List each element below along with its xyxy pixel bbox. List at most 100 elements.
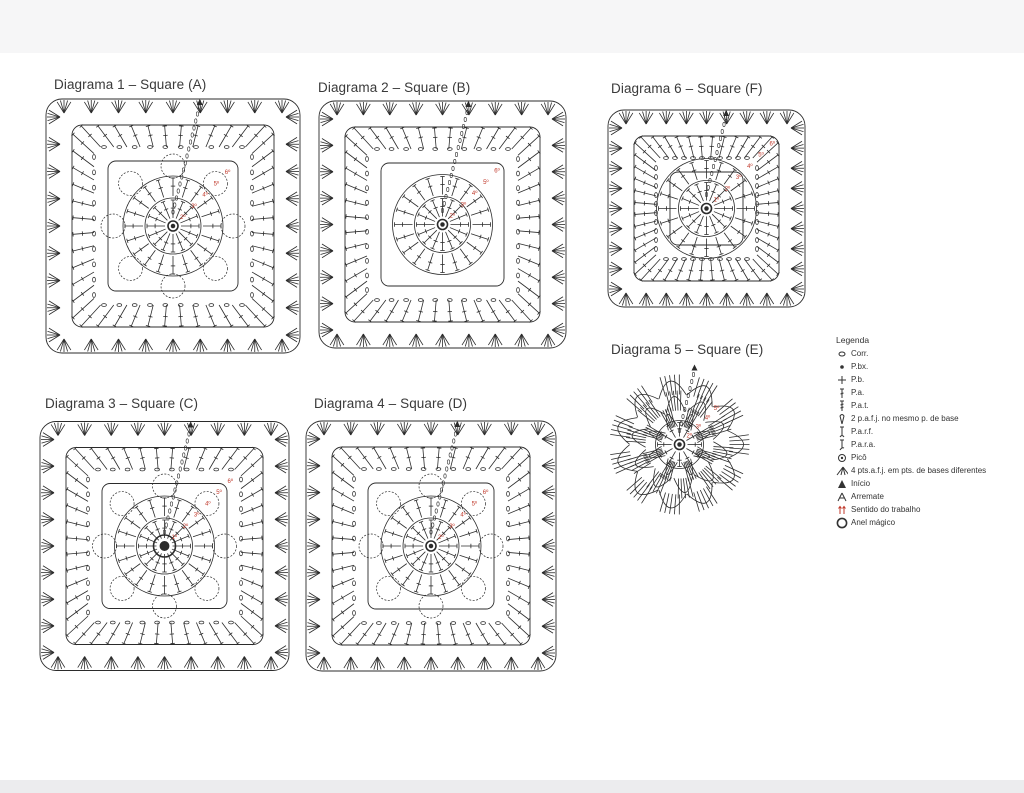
stitch [551,194,565,199]
stitch [339,622,361,646]
stitch [73,622,95,646]
stitch [145,304,154,327]
stitch [699,292,707,305]
stitch [142,185,156,202]
diagram-6: 1º 2º 3º 4º 5º 6º [607,109,806,308]
stitch [418,520,429,539]
chain-stitch [162,303,169,307]
legend-item-label: P.a. [851,388,865,397]
stitch [486,126,501,150]
stitch [240,422,245,436]
chain-stitch [374,298,380,302]
chain-stitch [516,214,520,220]
stitch [187,656,192,670]
stitch [223,338,228,352]
stitch [625,292,630,306]
stitch [618,112,627,125]
stitch [199,338,208,351]
stitch [611,454,631,460]
stitch [321,270,334,278]
legend-item: Início [836,477,1022,490]
stitch [285,276,299,281]
stitch [610,268,623,277]
round-number: 1º [714,197,720,204]
stitch [84,338,92,351]
stitch [790,248,804,253]
stitch [507,577,531,590]
stitch [320,299,334,305]
stitch [491,333,496,347]
stitch [126,234,145,244]
chain-stitch [365,287,369,293]
stitch [450,656,459,669]
chain-stitch [516,243,520,250]
stitch [609,248,623,253]
stitch [790,244,804,250]
chain-stitch [250,230,254,237]
chain-stitch [755,246,759,252]
stitch [42,625,55,634]
stitch [682,478,687,499]
stitch [727,135,739,159]
stitch [415,102,421,116]
stitch [709,215,719,234]
stitch [42,439,55,447]
stitch [267,656,272,670]
legend-item: 4 pts.a.f.j. em pts. de bases diferentes [836,464,1022,477]
chain-stitch [450,467,457,471]
stitch [541,568,555,574]
stitch [551,141,565,146]
stitch [610,241,623,250]
stitch [416,127,425,150]
stitch [377,423,385,436]
stitch [344,268,368,283]
stitch [461,543,480,549]
stitch [137,424,146,436]
chain-stitch [461,298,468,302]
stitch [551,171,565,176]
stitch [90,338,96,352]
stitch [285,252,299,258]
stitch [384,126,399,150]
stitch [307,438,321,443]
stitch [80,422,86,436]
stitch [41,625,55,630]
stitch [80,656,86,670]
chain-stitch [654,183,658,189]
stitch [274,595,288,600]
stitch [676,390,679,411]
stitch [510,423,519,436]
stitch [517,102,523,116]
stitch [323,656,332,669]
stitch [610,120,623,129]
stitch [400,422,405,436]
stitch [472,222,491,227]
stitch [440,232,445,251]
stitch [221,622,240,646]
stitch [321,190,334,199]
stitch [551,197,565,203]
start-dot [170,223,176,229]
chain-stitch [755,165,759,171]
stitch [240,577,264,589]
stitch [609,144,623,149]
chain-stitch [505,298,511,302]
stitch [541,625,554,634]
stitch [507,590,531,606]
stitch [308,458,321,467]
stitch [42,652,55,660]
stitch [762,292,768,306]
stitch [786,292,795,305]
stitch [766,292,775,305]
stitch [170,177,176,196]
stitch [164,422,169,436]
stitch [57,424,66,436]
stitch [790,264,804,270]
stitch [510,656,519,669]
stitch [756,188,779,197]
stitch [308,625,321,634]
chain-stitch [250,184,254,191]
pb-icon [836,375,848,385]
stitch [47,252,61,258]
stitch [790,248,803,256]
